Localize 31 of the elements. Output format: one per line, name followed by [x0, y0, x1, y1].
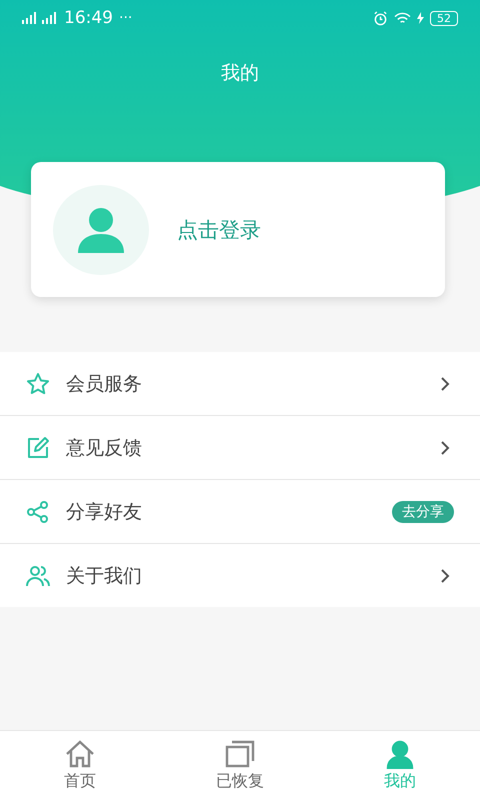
home-icon: [64, 739, 96, 769]
profile-card[interactable]: 点击登录: [31, 162, 445, 297]
people-icon: [26, 564, 50, 588]
menu-label: 分享好友: [66, 500, 143, 524]
page-title: 我的: [220, 61, 260, 86]
status-time: 16:49: [64, 8, 113, 28]
tab[interactable]: 已恢复: [160, 731, 320, 800]
edit-icon: [26, 436, 50, 460]
charging-icon: [417, 12, 424, 24]
battery-level: 52: [430, 10, 458, 26]
wifi-icon: [394, 12, 411, 24]
chevron-right-icon: [440, 376, 450, 392]
menu-label: 意见反馈: [66, 436, 143, 460]
menu-label: 会员服务: [66, 372, 143, 396]
share-icon: [26, 500, 50, 524]
pages-icon: [224, 739, 256, 769]
share-pill[interactable]: 去分享: [392, 500, 454, 522]
menu-label: 关于我们: [66, 564, 143, 588]
signal-icon: [22, 11, 58, 25]
tab[interactable]: 首页: [0, 731, 160, 800]
menu-item[interactable]: 关于我们: [0, 544, 480, 607]
menu-item[interactable]: 会员服务: [0, 352, 480, 416]
menu-item[interactable]: 意见反馈: [0, 416, 480, 480]
chevron-right-icon: [440, 568, 450, 584]
alarm-icon: [373, 10, 388, 26]
person-icon: [384, 739, 416, 769]
star-icon: [26, 372, 50, 396]
login-link[interactable]: 点击登录: [177, 216, 261, 244]
chevron-right-icon: [440, 440, 450, 456]
status-more: ···: [119, 10, 132, 26]
menu-item[interactable]: 分享好友 去分享: [0, 480, 480, 544]
